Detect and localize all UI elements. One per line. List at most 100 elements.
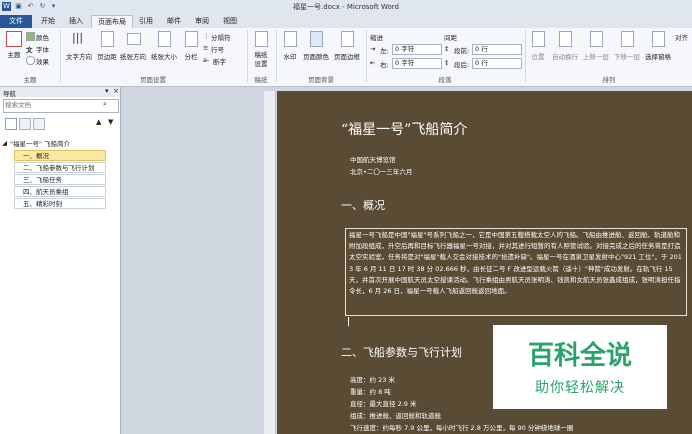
group-label-draft: 稿纸 bbox=[254, 76, 268, 84]
tab-home[interactable]: 开始 bbox=[36, 15, 60, 28]
group-label-page-setup: 页面设置 bbox=[140, 76, 166, 84]
nav-heading-item[interactable]: 四、航天员乘组 bbox=[14, 186, 106, 197]
group-divider bbox=[525, 30, 526, 82]
date-line: 北京•二〇一三年六月 bbox=[350, 168, 413, 176]
selection-pane-icon bbox=[652, 31, 665, 47]
page-borders-button[interactable]: 页面边框 bbox=[332, 31, 362, 69]
size-button[interactable]: 纸张大小 bbox=[149, 31, 179, 69]
indent-label: 缩进 bbox=[370, 34, 383, 42]
watermark-icon bbox=[284, 31, 297, 47]
paper-size-icon bbox=[158, 31, 171, 47]
vertical-ruler bbox=[264, 91, 276, 434]
align-button[interactable]: 对齐 bbox=[675, 31, 691, 42]
selection-pane-button[interactable]: 选择窗格 bbox=[643, 31, 673, 69]
theme-icon bbox=[6, 31, 22, 47]
nav-heading-item[interactable]: 二、飞船参数与飞行计划 bbox=[14, 162, 106, 173]
indent-left-label: 左: bbox=[380, 47, 389, 55]
text-direction-button[interactable]: ||| 文字方向 bbox=[64, 31, 94, 69]
previous-heading-icon[interactable]: ▲ bbox=[96, 118, 101, 126]
breaks-button[interactable]: ⋮ 分隔符 bbox=[203, 31, 243, 42]
spec-line: 组成：推进舱、返回舱和轨道舱 bbox=[350, 412, 441, 420]
indent-left-input[interactable]: 0 字符 bbox=[392, 44, 442, 55]
line-numbers-icon: ≡ bbox=[203, 44, 209, 52]
tab-view[interactable]: 视图 bbox=[218, 15, 242, 28]
watermark-subtitle: 助你轻松解决 bbox=[535, 380, 625, 396]
theme-effects-button[interactable]: 效果 bbox=[26, 55, 58, 66]
orientation-icon bbox=[127, 33, 141, 45]
section-heading: 一、概况 bbox=[341, 199, 385, 212]
tab-insert[interactable]: 插入 bbox=[64, 15, 88, 28]
spec-line: 直径：最大直径 2.9 米 bbox=[350, 400, 417, 408]
columns-icon bbox=[185, 31, 198, 47]
bring-forward-icon bbox=[590, 31, 603, 47]
group-label-page-background: 页面背景 bbox=[308, 76, 334, 84]
spacing-after-icon: ↕ bbox=[444, 59, 450, 67]
send-backward-icon bbox=[621, 31, 634, 47]
view-pages-tab[interactable] bbox=[19, 118, 31, 130]
position-icon bbox=[532, 31, 545, 47]
group-divider bbox=[366, 30, 367, 82]
nav-search-box[interactable]: ⌕ bbox=[3, 99, 119, 113]
spacing-after-input[interactable]: 0 行 bbox=[472, 58, 522, 69]
theme-fonts-button[interactable]: 文 字体 bbox=[26, 43, 58, 54]
page-color-button[interactable]: 页面颜色 bbox=[301, 31, 331, 69]
close-icon[interactable]: × bbox=[113, 87, 119, 95]
author-line: 中国航天博览馆 bbox=[350, 156, 396, 164]
overview-paragraph-box: 福星一号飞船是中国"福星"号系列飞船之一，它是中国第五艘搭载太空人的飞船。飞船由… bbox=[345, 228, 687, 316]
hyphenation-icon: a- bbox=[203, 56, 210, 64]
tab-mailings[interactable]: 邮件 bbox=[162, 15, 186, 28]
page-color-icon bbox=[310, 31, 323, 47]
nav-heading-item[interactable]: 三、飞船任务 bbox=[14, 174, 106, 185]
next-heading-icon[interactable]: ▼ bbox=[108, 118, 113, 126]
breaks-icon: ⋮ bbox=[203, 32, 210, 40]
nav-pane-menu-icon[interactable]: ▾ bbox=[105, 87, 109, 95]
indent-right-input[interactable]: 0 字符 bbox=[392, 58, 442, 69]
send-backward-button[interactable]: 下移一层 bbox=[612, 31, 642, 69]
position-button[interactable]: 位置 bbox=[527, 31, 549, 69]
fonts-icon: 文 bbox=[26, 46, 33, 54]
nav-heading-item[interactable]: 一、概况 bbox=[14, 150, 106, 161]
search-icon[interactable]: ⌕ bbox=[103, 100, 107, 109]
page-borders-icon bbox=[341, 31, 354, 47]
indent-right-icon: ⇤ bbox=[370, 59, 376, 67]
draft-settings-button[interactable]: 稿纸 设置 bbox=[250, 31, 272, 71]
spacing-label: 间距 bbox=[444, 34, 457, 42]
title-bar: W ▣ ↶ ↻ ▾ 福星一号.docx - Microsoft Word bbox=[0, 0, 692, 14]
tab-page-layout[interactable]: 页面布局 bbox=[91, 15, 133, 29]
tab-references[interactable]: 引用 bbox=[134, 15, 158, 28]
spacing-before-input[interactable]: 0 行 bbox=[472, 44, 522, 55]
wrap-text-icon bbox=[559, 31, 572, 47]
navigation-pane: 导航 ▾ × ⌕ ▲ ▼ ◢ "福星一号" 飞船简介 一、概况 二、飞船参数与飞… bbox=[0, 87, 121, 434]
effects-icon bbox=[26, 56, 35, 65]
ribbon-tabs: 文件 开始 插入 页面布局 引用 邮件 审阅 视图 bbox=[0, 14, 692, 29]
collapse-triangle-icon[interactable]: ◢ bbox=[2, 139, 7, 147]
spacing-before-icon: ↕ bbox=[444, 45, 450, 53]
search-input[interactable] bbox=[5, 100, 100, 110]
tab-review[interactable]: 审阅 bbox=[190, 15, 214, 28]
view-results-tab[interactable] bbox=[33, 118, 45, 130]
theme-colors-button[interactable]: 颜色 bbox=[26, 31, 58, 42]
nav-heading-root[interactable]: "福星一号" 飞船简介 bbox=[10, 138, 70, 148]
watermark-button[interactable]: 水印 bbox=[280, 31, 300, 69]
hyphenation-button[interactable]: a- 断字 bbox=[203, 55, 243, 66]
draft-paper-icon bbox=[255, 31, 268, 47]
spec-line: 重量：约 8 吨 bbox=[350, 388, 391, 396]
view-headings-tab[interactable] bbox=[5, 118, 17, 130]
group-divider bbox=[276, 30, 277, 82]
spec-line: 高度：约 23 米 bbox=[350, 376, 395, 384]
theme-button[interactable]: 主题 bbox=[4, 31, 24, 67]
group-label-paragraph: 段落 bbox=[438, 76, 452, 84]
columns-button[interactable]: 分栏 bbox=[181, 31, 201, 69]
nav-pane-header: 导航 ▾ × bbox=[0, 87, 120, 98]
spacing-after-label: 段后: bbox=[454, 61, 470, 69]
tab-file[interactable]: 文件 bbox=[0, 15, 32, 28]
nav-heading-item[interactable]: 五、精彩时刻 bbox=[14, 198, 106, 209]
margins-button[interactable]: 页边距 bbox=[96, 31, 118, 69]
orientation-button[interactable]: 纸张方向 bbox=[119, 31, 147, 69]
nav-pane-title: 导航 bbox=[3, 90, 16, 98]
bring-forward-button[interactable]: 上移一层 bbox=[581, 31, 611, 69]
wrap-text-button[interactable]: 自动换行 bbox=[550, 31, 580, 69]
ribbon: 主题 颜色 文 字体 效果 主题 ||| 文字方向 页边距 纸张方向 纸张大小 … bbox=[0, 28, 692, 87]
line-numbers-button[interactable]: ≡ 行号 bbox=[203, 43, 243, 54]
watermark-logo: 百科全说 助你轻松解决 bbox=[493, 325, 667, 409]
